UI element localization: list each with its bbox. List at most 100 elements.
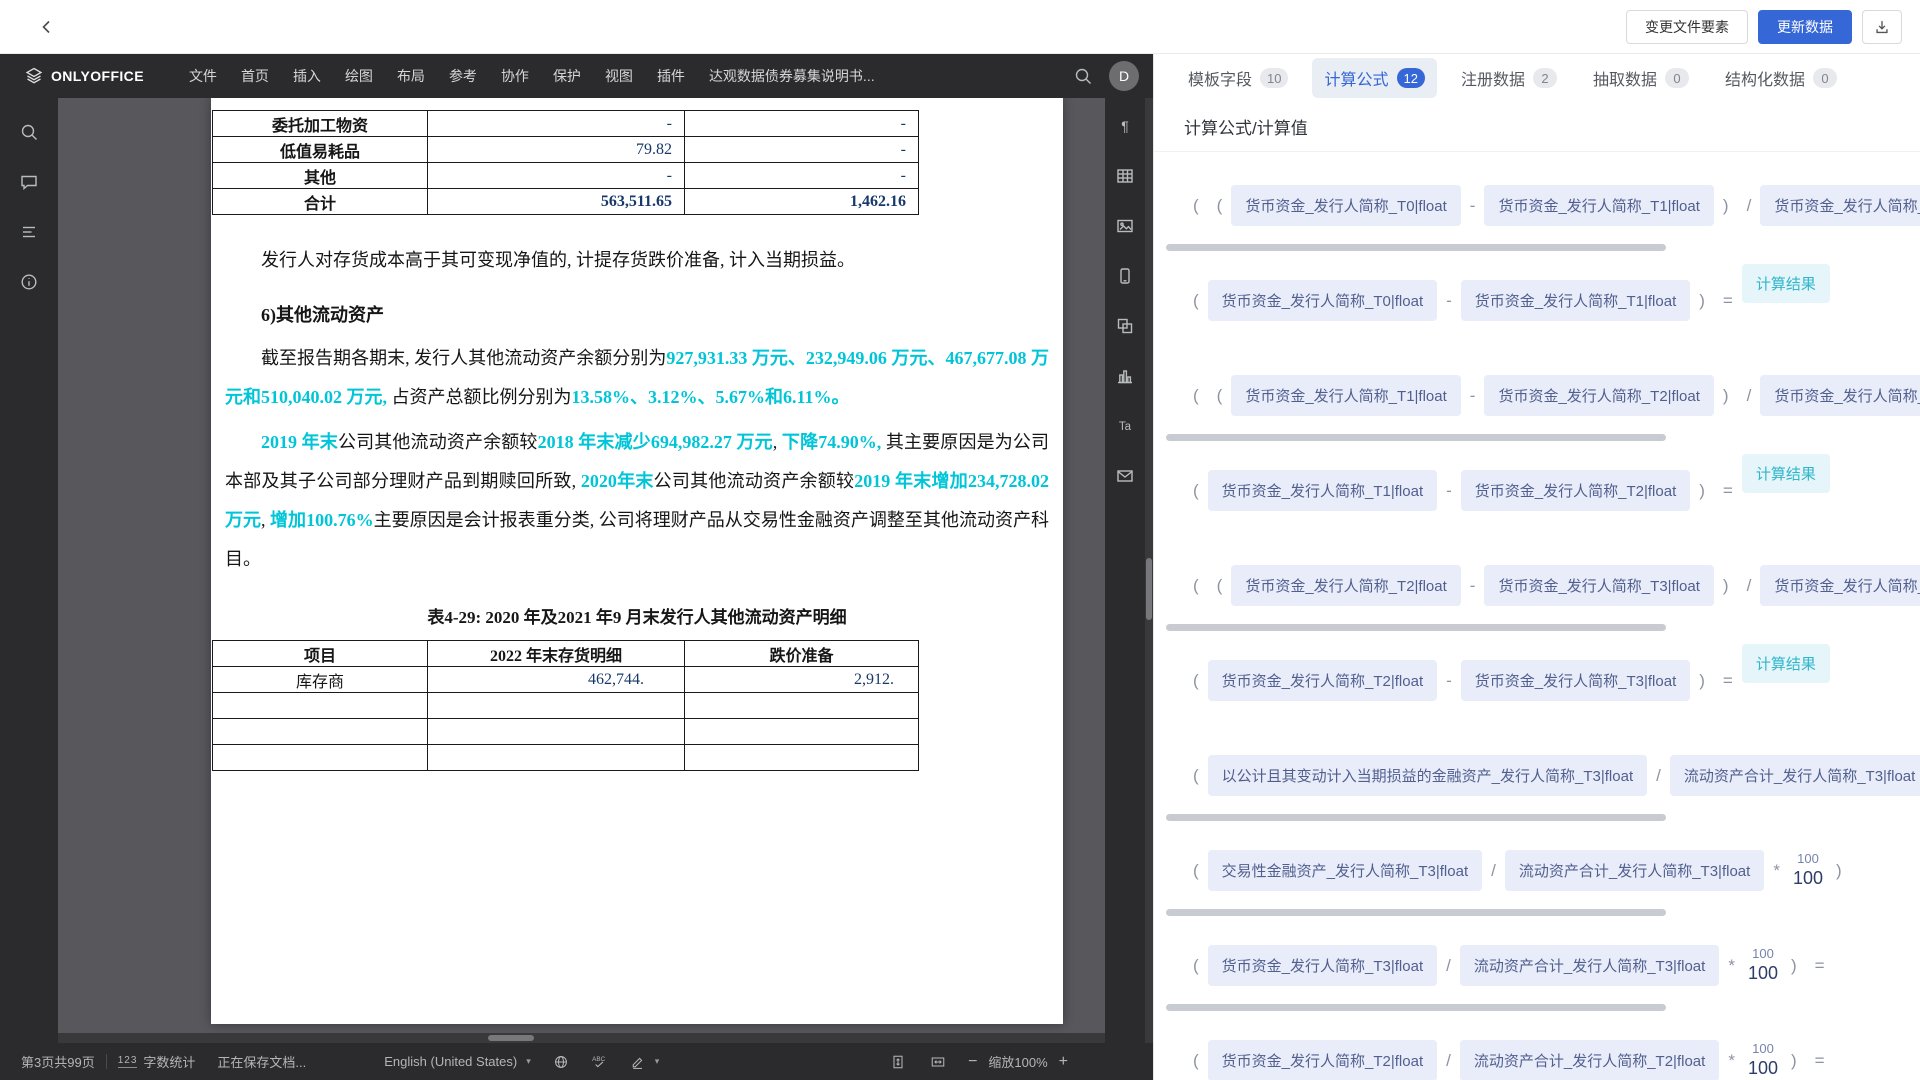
formula-field-pill[interactable]: 流动资产合计_发行人简称_T3|float: [1670, 755, 1920, 796]
formula-hscrollbar-thumb[interactable]: [1166, 244, 1666, 251]
download-button[interactable]: [1862, 10, 1902, 44]
doc-table-cell[interactable]: 1,462.16: [685, 189, 919, 215]
table-icon[interactable]: [1113, 164, 1137, 188]
formula-hscrollbar-thumb[interactable]: [1166, 909, 1666, 916]
doc-table-cell[interactable]: 低值易耗品: [213, 137, 428, 163]
menu-item-8[interactable]: 视图: [594, 60, 644, 92]
doc-table-cell[interactable]: 79.82: [428, 137, 685, 163]
textart-icon[interactable]: Ta: [1113, 414, 1137, 438]
constant-100[interactable]: 100100: [1793, 851, 1823, 891]
fit-page-icon[interactable]: [879, 1043, 917, 1080]
tab-calc-formula[interactable]: 计算公式12: [1312, 58, 1436, 98]
doc-table-cell[interactable]: -: [685, 137, 919, 163]
doc-table-cell[interactable]: -: [428, 111, 685, 137]
change-doc-elements-button[interactable]: 变更文件要素: [1626, 10, 1748, 44]
calc-result-pill[interactable]: 计算结果: [1742, 644, 1830, 683]
language-selector[interactable]: English (United States)▾: [373, 1043, 541, 1080]
calc-result-pill[interactable]: 计算结果: [1742, 454, 1830, 493]
menu-item-2[interactable]: 插入: [282, 60, 332, 92]
doc-table-cell[interactable]: 其他: [213, 163, 428, 189]
formula-field-pill[interactable]: 货币资金_发行人简称_T2|float: [1484, 375, 1713, 416]
doc-table-header-cell[interactable]: 项目: [213, 641, 428, 667]
update-data-button[interactable]: 更新数据: [1758, 10, 1852, 44]
tab-structured-data[interactable]: 结构化数据0: [1713, 58, 1849, 98]
doc-table-cell[interactable]: 库存商: [213, 667, 428, 693]
table-caption[interactable]: 表4-29: 2020 年及2021 年9 月末发行人其他流动资产明细: [211, 603, 1063, 628]
formula-field-pill[interactable]: 以公计且其变动计入当期损益的金融资产_发行人简称_T3|float: [1208, 755, 1647, 796]
menu-item-0[interactable]: 文件: [178, 60, 228, 92]
page-indicator[interactable]: 第3页共99页: [10, 1043, 106, 1080]
fit-width-icon[interactable]: [919, 1043, 957, 1080]
formula-field-pill[interactable]: 货币资金_发行人简称_T1|float: [1208, 470, 1437, 511]
avatar[interactable]: D: [1109, 61, 1139, 91]
doc-table-cell[interactable]: [428, 693, 685, 719]
menu-item-6[interactable]: 协作: [490, 60, 540, 92]
doc-table-header-cell[interactable]: 2022 年末存货明细: [428, 641, 685, 667]
device-icon[interactable]: [1113, 264, 1137, 288]
formula-hscrollbar-thumb[interactable]: [1166, 814, 1666, 821]
menu-item-4[interactable]: 布局: [386, 60, 436, 92]
formula-field-pill[interactable]: 货币资金_发行人简称_T3|float: [1208, 945, 1437, 986]
menu-item-1[interactable]: 首页: [230, 60, 280, 92]
document-page[interactable]: 委托加工物资--低值易耗品79.82-其他--合计563,511.651,462…: [211, 98, 1063, 1024]
chart-icon[interactable]: [1113, 364, 1137, 388]
set-language-icon[interactable]: [542, 1043, 580, 1080]
navigation-icon[interactable]: [17, 220, 41, 244]
doc-table-cell[interactable]: [685, 693, 919, 719]
formula-field-pill[interactable]: 货币资金_发行人简称_T3|float: [1760, 565, 1920, 606]
formula-field-pill[interactable]: 货币资金_发行人简称_T0|float: [1208, 280, 1437, 321]
formula-field-pill[interactable]: 流动资产合计_发行人简称_T3|float: [1460, 945, 1719, 986]
doc-table-cell[interactable]: -: [428, 163, 685, 189]
formula-field-pill[interactable]: 货币资金_发行人简称_T2|float: [1760, 375, 1920, 416]
doc-table-bottom[interactable]: 项目2022 年末存货明细跌价准备库存商462,744.2,912.: [212, 640, 919, 771]
doc-table-cell[interactable]: [213, 719, 428, 745]
doc-table-cell[interactable]: 合计: [213, 189, 428, 215]
menu-item-7[interactable]: 保护: [542, 60, 592, 92]
zoom-out-button[interactable]: −: [959, 1053, 986, 1071]
image-icon[interactable]: [1113, 214, 1137, 238]
doc-table-cell[interactable]: -: [685, 163, 919, 189]
doc-table-cell[interactable]: -: [685, 111, 919, 137]
tab-template-fields[interactable]: 模板字段10: [1176, 58, 1300, 98]
menu-item-9[interactable]: 插件: [646, 60, 696, 92]
doc-paragraph[interactable]: 截至报告期各期末, 发行人其他流动资产余额分别为927,931.33 万元、23…: [225, 339, 1049, 417]
comments-icon[interactable]: [17, 170, 41, 194]
doc-table-cell[interactable]: [428, 719, 685, 745]
canvas-vertical-scrollbar[interactable]: [1145, 98, 1153, 1043]
doc-table-cell[interactable]: [685, 745, 919, 771]
formula-field-pill[interactable]: 货币资金_发行人简称_T1|float: [1461, 280, 1690, 321]
zoom-in-button[interactable]: +: [1050, 1053, 1077, 1071]
doc-table-cell[interactable]: 2,912.: [685, 667, 919, 693]
word-count-button[interactable]: 123 字数统计: [107, 1043, 207, 1080]
formula-hscrollbar-thumb[interactable]: [1166, 624, 1666, 631]
doc-table-cell[interactable]: [213, 745, 428, 771]
formula-field-pill[interactable]: 货币资金_发行人简称_T0|float: [1231, 185, 1460, 226]
search-icon[interactable]: [1071, 64, 1095, 88]
about-icon[interactable]: [17, 270, 41, 294]
formula-field-pill[interactable]: 交易性金融资产_发行人简称_T3|float: [1208, 850, 1482, 891]
formula-field-pill[interactable]: 货币资金_发行人简称_T2|float: [1208, 660, 1437, 701]
formula-field-pill[interactable]: 货币资金_发行人简称_T1|float: [1760, 185, 1920, 226]
shapes-icon[interactable]: [1113, 314, 1137, 338]
formula-field-pill[interactable]: 货币资金_发行人简称_T2|float: [1208, 1040, 1437, 1080]
constant-100[interactable]: 100100: [1748, 946, 1778, 986]
formula-field-pill[interactable]: 货币资金_发行人简称_T3|float: [1484, 565, 1713, 606]
calc-result-pill[interactable]: 计算结果: [1742, 264, 1830, 303]
formula-hscrollbar-thumb[interactable]: [1166, 1004, 1666, 1011]
doc-table-cell[interactable]: 563,511.65: [428, 189, 685, 215]
hscroll-thumb[interactable]: [488, 1035, 534, 1041]
canvas-horizontal-scrollbar[interactable]: [58, 1033, 1105, 1043]
search-icon[interactable]: [17, 120, 41, 144]
formula-field-pill[interactable]: 货币资金_发行人简称_T3|float: [1461, 660, 1690, 701]
formula-hscrollbar-thumb[interactable]: [1166, 434, 1666, 441]
vscroll-thumb[interactable]: [1146, 558, 1152, 620]
formula-field-pill[interactable]: 流动资产合计_发行人简称_T2|float: [1460, 1040, 1719, 1080]
doc-paragraph[interactable]: 发行人对存货成本高于其可变现净值的, 计提存货跌价准备, 计入当期损益。: [225, 241, 1049, 280]
doc-table-cell[interactable]: 462,744.: [428, 667, 685, 693]
formula-field-pill[interactable]: 货币资金_发行人简称_T1|float: [1484, 185, 1713, 226]
spellcheck-icon[interactable]: ABC: [580, 1043, 619, 1080]
menu-item-3[interactable]: 绘图: [334, 60, 384, 92]
paragraph-icon[interactable]: ¶: [1113, 114, 1137, 138]
doc-table-cell[interactable]: [428, 745, 685, 771]
doc-heading[interactable]: 6)其他流动资产: [225, 296, 1049, 335]
